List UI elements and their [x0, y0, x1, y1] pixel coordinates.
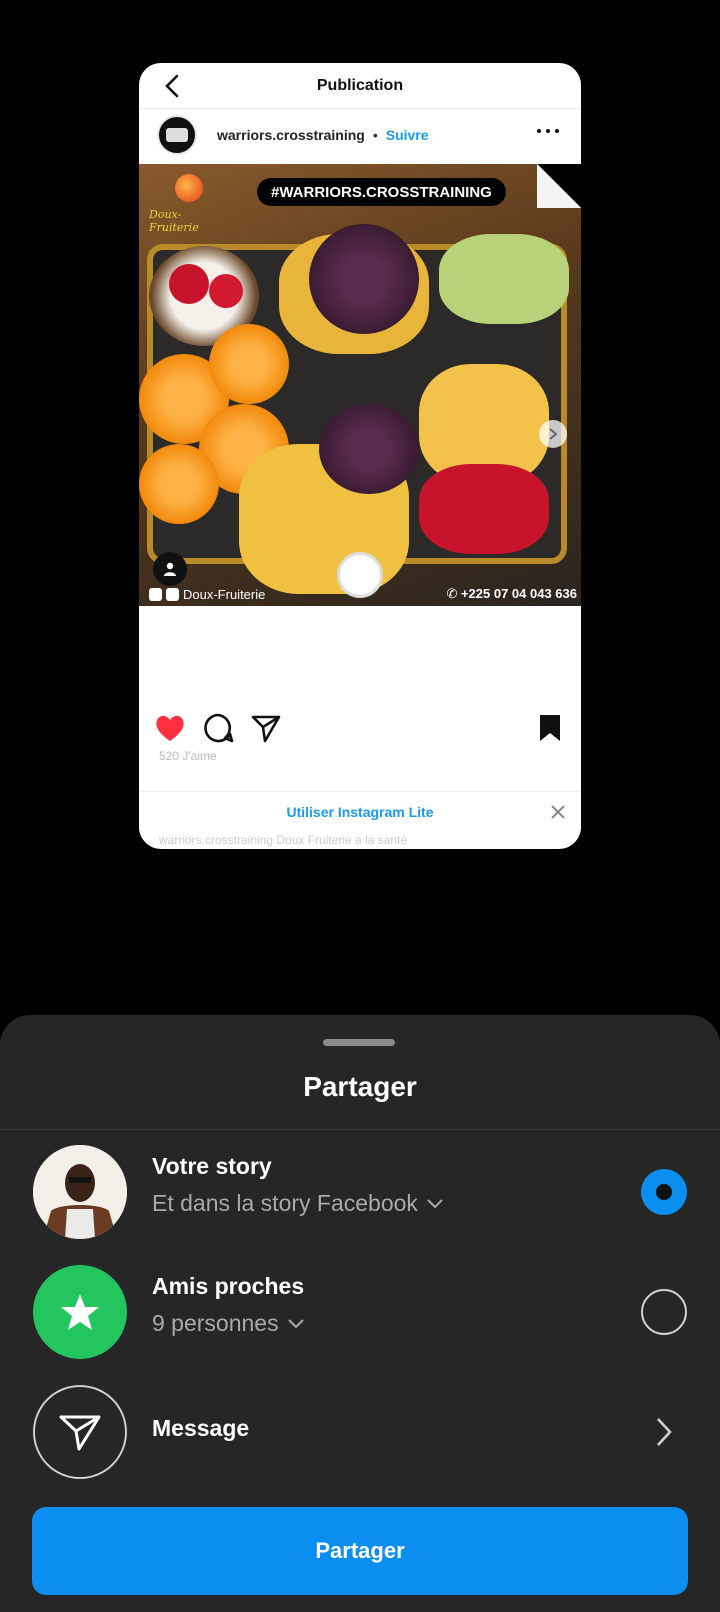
share-option-close-friends[interactable]: Amis proches 9 personnes	[0, 1263, 720, 1363]
radio-selected[interactable]	[641, 1169, 687, 1215]
star-icon	[61, 1294, 99, 1330]
photo-phone-number: ✆ +225 07 04 043 636	[446, 586, 577, 601]
preview-title: Publication	[316, 76, 404, 94]
radio-unselected[interactable]	[641, 1289, 687, 1335]
dot-separator: •	[372, 127, 378, 143]
share-option-title: Votre story	[152, 1153, 272, 1179]
use-instagram-lite-link[interactable]: Utiliser Instagram Lite	[286, 804, 433, 820]
likes-count: 520 J'aime	[159, 749, 217, 763]
message-avatar	[33, 1385, 127, 1479]
close-icon[interactable]	[549, 803, 567, 821]
share-option-subtitle[interactable]: 9 personnes	[152, 1310, 305, 1337]
paper-plane-icon	[59, 1415, 101, 1451]
like-heart-icon[interactable]	[153, 711, 187, 745]
chevron-down-icon	[287, 1318, 304, 1328]
post-author-row: warriors.crosstraining • Suivre	[139, 109, 581, 161]
brand-logo-text: Doux-Fruiterie	[149, 208, 199, 234]
carousel-next-icon[interactable]	[539, 420, 567, 448]
preview-header: Publication	[139, 63, 581, 109]
share-send-icon[interactable]	[249, 711, 283, 745]
photo-footer-brand: Doux-Fruiterie	[183, 587, 266, 602]
brand-logo: Doux-Fruiterie	[149, 170, 227, 234]
instagram-icon	[166, 588, 179, 601]
share-sheet: Partager Votre story Et dans la story Fa…	[0, 1015, 720, 1612]
chevron-right-icon[interactable]	[654, 1415, 674, 1449]
post-preview-card: Publication warriors.crosstraining • Sui…	[139, 63, 581, 849]
sheet-divider	[0, 1129, 720, 1130]
post-action-bar	[139, 703, 581, 747]
hashtag-sticker: #WARRIORS.CROSSTRAINING	[257, 178, 506, 206]
back-arrow-icon[interactable]	[161, 73, 185, 99]
phone-icon: ✆	[446, 586, 458, 601]
post-caption: warriors.crosstraining Doux Fruiterie a …	[159, 833, 408, 847]
share-button[interactable]: Partager	[32, 1507, 688, 1595]
screen: Publication warriors.crosstraining • Sui…	[0, 0, 720, 1612]
sheet-title: Partager	[303, 1071, 417, 1102]
facebook-icon	[149, 588, 162, 601]
follow-button[interactable]: Suivre	[386, 127, 429, 143]
page-curl	[537, 164, 581, 208]
share-option-title: Amis proches	[152, 1273, 305, 1299]
round-logo	[337, 552, 383, 598]
more-options-icon[interactable]	[537, 129, 559, 135]
comment-icon[interactable]	[201, 711, 235, 745]
share-option-your-story[interactable]: Votre story Et dans la story Facebook	[0, 1143, 720, 1243]
share-option-message[interactable]: Message	[0, 1383, 720, 1483]
share-option-title: Message	[152, 1415, 250, 1441]
author-avatar[interactable]	[157, 115, 197, 155]
author-username[interactable]: warriors.crosstraining	[217, 127, 365, 143]
sheet-drag-handle[interactable]	[323, 1039, 395, 1046]
chevron-down-icon	[427, 1198, 443, 1208]
bookmark-icon[interactable]	[533, 711, 567, 745]
post-photo[interactable]: Doux-Fruiterie #WARRIORS.CROSSTRAINING D…	[139, 164, 581, 606]
user-avatar	[33, 1145, 127, 1239]
tagged-users-icon[interactable]	[153, 552, 187, 586]
close-friends-avatar	[33, 1265, 127, 1359]
share-option-subtitle[interactable]: Et dans la story Facebook	[152, 1190, 444, 1217]
instagram-lite-banner: Utiliser Instagram Lite	[139, 791, 581, 831]
photo-footer-left: Doux-Fruiterie	[149, 587, 265, 602]
